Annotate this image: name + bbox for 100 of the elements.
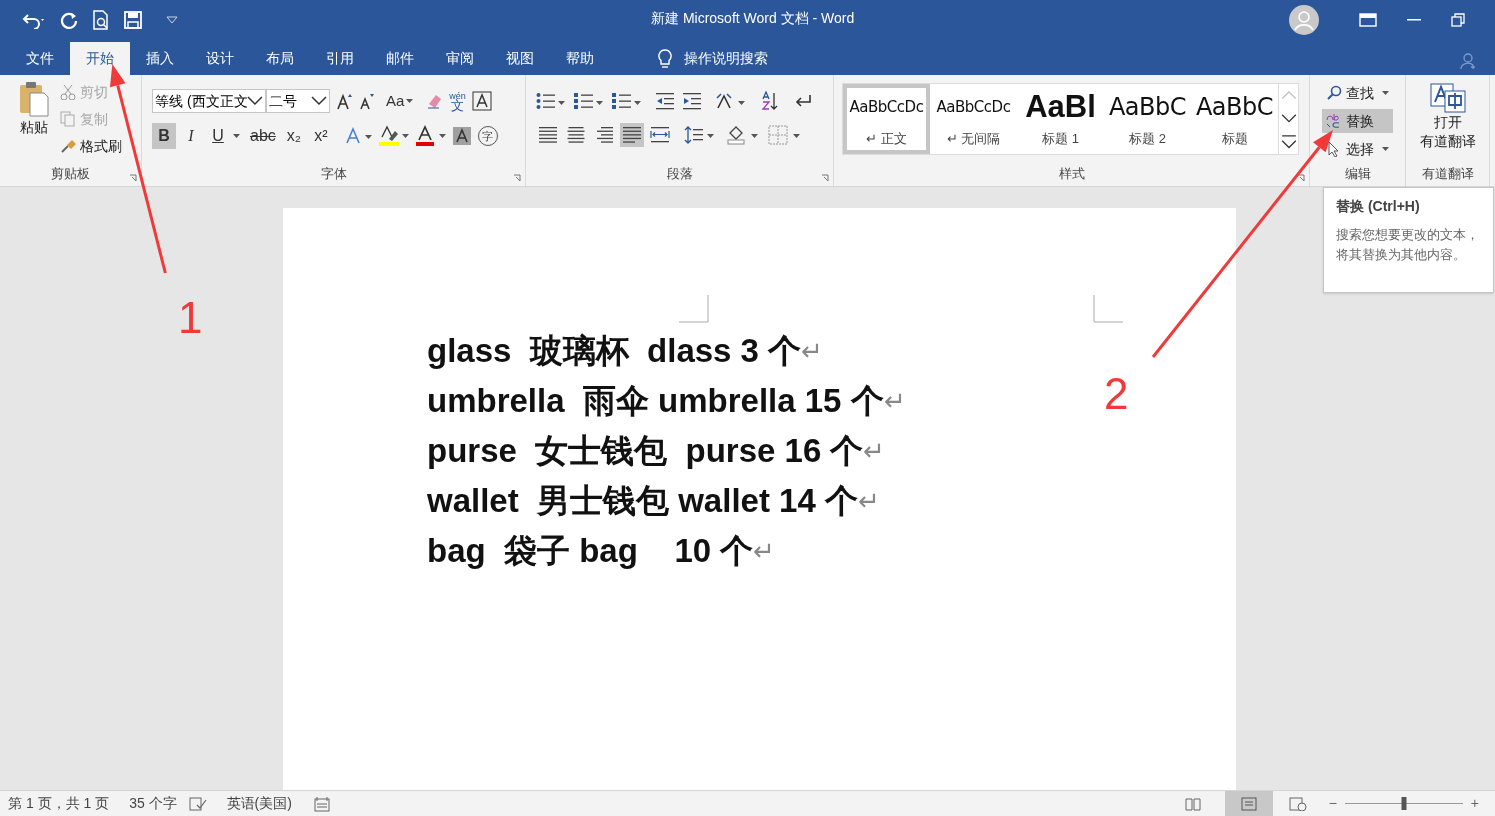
text-direction-icon[interactable]	[716, 92, 746, 110]
paragraph-mark-icon[interactable]	[794, 93, 812, 109]
format-button[interactable]: B	[152, 123, 176, 149]
translate-button[interactable]: 打开 有道翻译	[1406, 75, 1489, 164]
ribbon-tab[interactable]: 引用	[310, 42, 370, 75]
ribbon-tab[interactable]: 邮件	[370, 42, 430, 75]
annotation-number: 2	[1104, 372, 1129, 416]
alignment-button[interactable]	[620, 123, 644, 147]
corner-mark-icon	[679, 295, 709, 323]
document-text: umbrella 雨伞 umbrella 15 个↵	[427, 381, 906, 422]
style-gallery-item[interactable]: AaBbCcDc ↵ 正文	[843, 84, 930, 154]
numbering-icon[interactable]	[574, 92, 603, 110]
format-button[interactable]: abc	[247, 123, 279, 149]
bullets-icon[interactable]	[536, 92, 565, 110]
caret-icon	[1382, 147, 1389, 151]
format-button[interactable]: x²	[308, 123, 333, 149]
restore-icon[interactable]	[1451, 13, 1465, 27]
increase-indent-icon[interactable]	[683, 92, 701, 110]
redo-icon[interactable]	[60, 11, 78, 29]
caret-icon	[1382, 91, 1389, 95]
dialog-launcher-icon[interactable]	[513, 174, 521, 182]
caret-icon	[406, 99, 414, 103]
shrink-font-icon[interactable]	[358, 92, 374, 110]
group-label: 样式	[1058, 165, 1085, 183]
group-label: 剪贴板	[51, 165, 90, 183]
annotation-number: 1	[178, 296, 203, 340]
style-gallery-item[interactable]: AaBl 标题 1	[1017, 84, 1104, 154]
copy-icon	[60, 111, 76, 127]
document-text: glass 玻璃杯 dlass 3 个↵	[427, 331, 825, 372]
zoom-slider-thumb[interactable]	[1401, 797, 1407, 810]
tell-me-search[interactable]: 操作说明搜索	[684, 48, 768, 69]
borders-icon[interactable]	[768, 125, 800, 145]
editing-command[interactable]: 替换	[1322, 109, 1393, 133]
grow-font-icon[interactable]	[336, 92, 352, 110]
character-shading-icon[interactable]	[452, 127, 471, 145]
font-color-icon[interactable]	[415, 125, 446, 147]
document-text: wallet 男士钱包 wallet 14 个↵	[427, 481, 881, 522]
ribbon-tab[interactable]: 文件	[10, 42, 70, 75]
undo-icon[interactable]	[22, 11, 46, 29]
caret-icon[interactable]	[233, 134, 240, 138]
style-gallery-item[interactable]: AaBbC 标题 2	[1104, 84, 1191, 154]
share-person-icon[interactable]	[1459, 52, 1477, 70]
style-gallery-item[interactable]: AaBbC 标题	[1191, 84, 1278, 154]
avatar-icon[interactable]	[1289, 5, 1319, 35]
page-count[interactable]: 第 1 页，共 1 页	[8, 793, 110, 814]
tooltip-text: 搜索您想要更改的文本，将其替换为其他内容。	[1336, 226, 1480, 264]
dropdown-field[interactable]: 等线 (西文正文	[152, 89, 266, 113]
print-preview-icon[interactable]	[92, 10, 110, 30]
web-layout-icon[interactable]	[1288, 796, 1307, 811]
text-effects-icon[interactable]	[343, 126, 372, 146]
highlighter-icon[interactable]	[378, 125, 409, 147]
style-gallery-item[interactable]: AaBbCcDc ↵ 无间隔	[930, 84, 1017, 154]
dialog-launcher-icon[interactable]	[1297, 174, 1305, 182]
dialog-launcher-icon[interactable]	[821, 174, 829, 182]
ribbon-tab[interactable]: 开始	[70, 42, 130, 75]
search-icon	[1326, 85, 1342, 101]
line-spacing-icon[interactable]	[684, 125, 714, 145]
document-text: bag 袋子 bag 10 个↵	[427, 531, 777, 572]
ribbon-tab[interactable]: 审阅	[430, 42, 490, 75]
sort-icon[interactable]	[761, 91, 779, 111]
scissors-icon	[60, 84, 76, 100]
format-button[interactable]: I	[179, 123, 203, 149]
translate-icon	[1429, 83, 1466, 113]
macro-icon[interactable]	[313, 795, 330, 812]
ribbon-tab[interactable]: 插入	[130, 42, 190, 75]
dropdown-field[interactable]: 二号	[266, 89, 330, 113]
shading-icon[interactable]	[726, 125, 758, 145]
paintbrush-icon	[60, 138, 76, 154]
save-icon[interactable]	[124, 11, 142, 29]
ribbon-tab[interactable]: 设计	[190, 42, 250, 75]
editing-command[interactable]: 查找	[1322, 81, 1393, 105]
change-case-button[interactable]: Aa	[386, 89, 414, 113]
format-button[interactable]: U	[206, 123, 230, 149]
decrease-indent-icon[interactable]	[656, 92, 674, 110]
dialog-launcher-icon[interactable]	[129, 174, 137, 182]
clipboard-icon	[18, 81, 50, 117]
zoom-out-button[interactable]: −	[1328, 793, 1337, 814]
clipboard-command[interactable]: 格式刷	[60, 135, 122, 157]
lightbulb-icon	[658, 48, 672, 69]
replace-icon	[1326, 113, 1342, 129]
word-count[interactable]: 35 个字	[129, 793, 177, 814]
multilevel-list-icon[interactable]	[612, 92, 641, 110]
document-text: purse 女士钱包 purse 16 个↵	[427, 431, 887, 472]
group-label: 编辑	[1344, 165, 1371, 183]
format-button[interactable]: x₂	[281, 123, 306, 149]
ribbon-tab[interactable]: 视图	[490, 42, 550, 75]
language-indicator[interactable]: 英语(美国)	[226, 793, 292, 814]
ribbon-display-icon[interactable]	[1359, 13, 1377, 27]
ribbon-tab[interactable]: 帮助	[550, 42, 610, 75]
read-mode-icon[interactable]	[1184, 796, 1201, 811]
proofing-icon[interactable]	[188, 796, 207, 811]
zoom-slider[interactable]	[1344, 797, 1463, 810]
paste-button[interactable]: 粘贴	[12, 81, 56, 164]
align-left-icon	[536, 124, 560, 146]
character-border-icon[interactable]	[471, 91, 492, 111]
phonetic-guide-button[interactable]: wén 文	[449, 92, 466, 110]
zoom-in-button[interactable]: +	[1470, 793, 1479, 814]
group-label: 有道翻译	[1421, 165, 1474, 183]
ribbon-tab[interactable]: 布局	[250, 42, 310, 75]
customize-caret-icon[interactable]	[166, 16, 178, 24]
